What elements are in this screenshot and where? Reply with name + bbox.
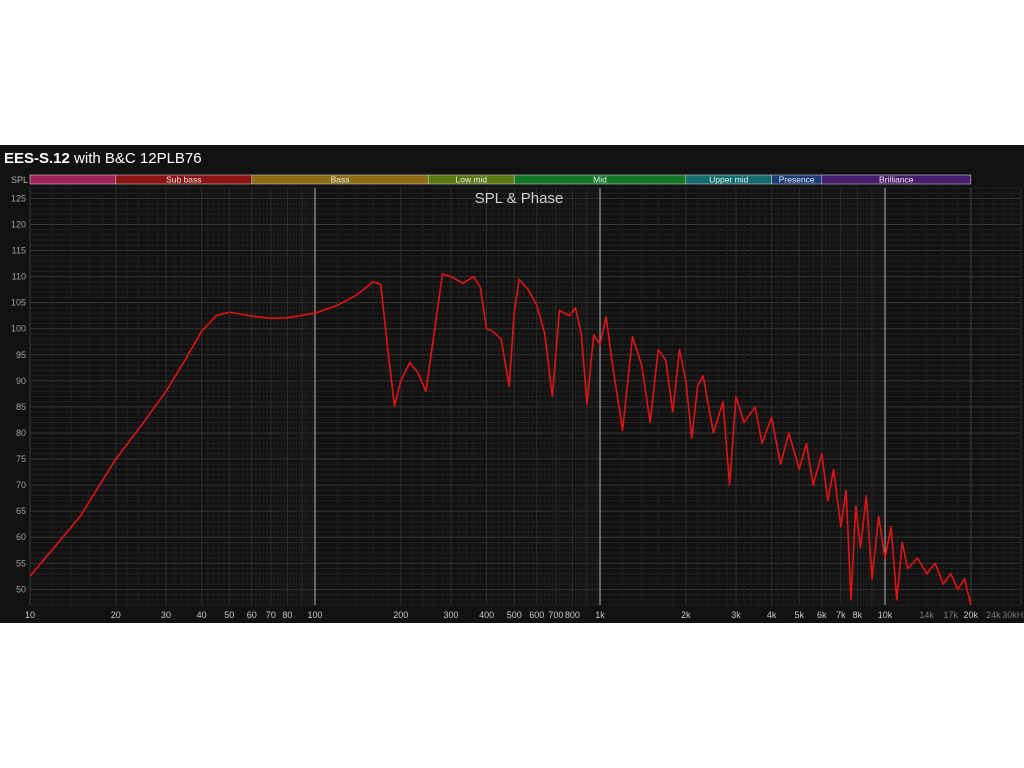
x-tick-label: 3k <box>731 610 741 620</box>
frequency-band-bar: Sub bass Bass Low mid Mid Upper mid Presence B… <box>29 174 972 185</box>
band-label: Upper mid <box>709 175 748 185</box>
x-tick-labels: 10 20 30 40 50 60 70 80 100 200 300 400 500 600 700 800… <box>25 610 1024 620</box>
band-label: Brilliance <box>879 175 914 185</box>
y-tick-label: 120 <box>11 219 26 229</box>
y-tick-label: 75 <box>16 454 26 464</box>
x-tick-label: 30kHz <box>1002 610 1024 620</box>
x-tick-label: 14k <box>919 610 934 620</box>
y-axis-label: SPL <box>11 175 28 185</box>
y-tick-label: 105 <box>11 298 26 308</box>
y-tick-label: 50 <box>16 584 26 594</box>
band-label: Sub bass <box>166 175 201 185</box>
x-tick-label: 20 <box>111 610 121 620</box>
x-tick-label: 200 <box>393 610 408 620</box>
x-tick-label: 40 <box>197 610 207 620</box>
x-tick-label: 80 <box>282 610 292 620</box>
x-tick-label: 50 <box>224 610 234 620</box>
band-label: Mid <box>593 175 607 185</box>
y-tick-label: 125 <box>11 193 26 203</box>
x-tick-label: 10 <box>25 610 35 620</box>
y-tick-label: 70 <box>16 480 26 490</box>
y-tick-label: 85 <box>16 402 26 412</box>
x-tick-label: 6k <box>817 610 827 620</box>
y-tick-label: 90 <box>16 376 26 386</box>
x-tick-label: 300 <box>443 610 458 620</box>
x-tick-label: 4k <box>767 610 777 620</box>
band-label: Low mid <box>455 175 487 185</box>
x-tick-label: 30 <box>161 610 171 620</box>
x-tick-label: 600 <box>529 610 544 620</box>
y-tick-label: 80 <box>16 428 26 438</box>
x-tick-label: 7k <box>836 610 846 620</box>
x-tick-label: 5k <box>794 610 804 620</box>
x-tick-label: 500 <box>507 610 522 620</box>
y-tick-label: 115 <box>12 246 26 256</box>
x-tick-label: 8k <box>853 610 863 620</box>
x-tick-label: 17k <box>943 610 958 620</box>
chart-title: SPL & Phase <box>475 190 564 207</box>
x-tick-label: 800 <box>565 610 580 620</box>
x-tick-label: 700 <box>548 610 563 620</box>
x-tick-label: 70 <box>266 610 276 620</box>
y-tick-label: 55 <box>16 558 26 568</box>
y-tick-label: 100 <box>11 324 26 334</box>
x-tick-label: 20k <box>964 610 979 620</box>
y-tick-labels: 50 55 60 65 70 75 80 85 90 95 100 105 110 115 120 125 <box>11 193 26 594</box>
y-tick-label: 60 <box>16 532 26 542</box>
band-label: Bass <box>331 175 350 185</box>
x-tick-label: 2k <box>681 610 691 620</box>
spl-chart[interactable]: Sub bass Bass Low mid Mid Upper mid Presence B… <box>0 145 1024 623</box>
x-tick-label: 100 <box>307 610 322 620</box>
y-tick-label: 65 <box>16 506 26 516</box>
x-tick-label: 60 <box>247 610 257 620</box>
x-tick-label: 24k <box>986 610 1001 620</box>
measurement-panel: EES-S.12 with B&C 12PLB76 Sub bass Bass Lo… <box>0 145 1024 623</box>
y-tick-label: 95 <box>16 350 26 360</box>
band-label: Presence <box>779 175 815 185</box>
x-tick-label: 1k <box>595 610 605 620</box>
grid <box>29 187 1022 606</box>
x-tick-label: 10k <box>878 610 893 620</box>
x-tick-label: 400 <box>479 610 494 620</box>
band-segment <box>29 174 117 185</box>
y-tick-label: 110 <box>12 272 26 282</box>
